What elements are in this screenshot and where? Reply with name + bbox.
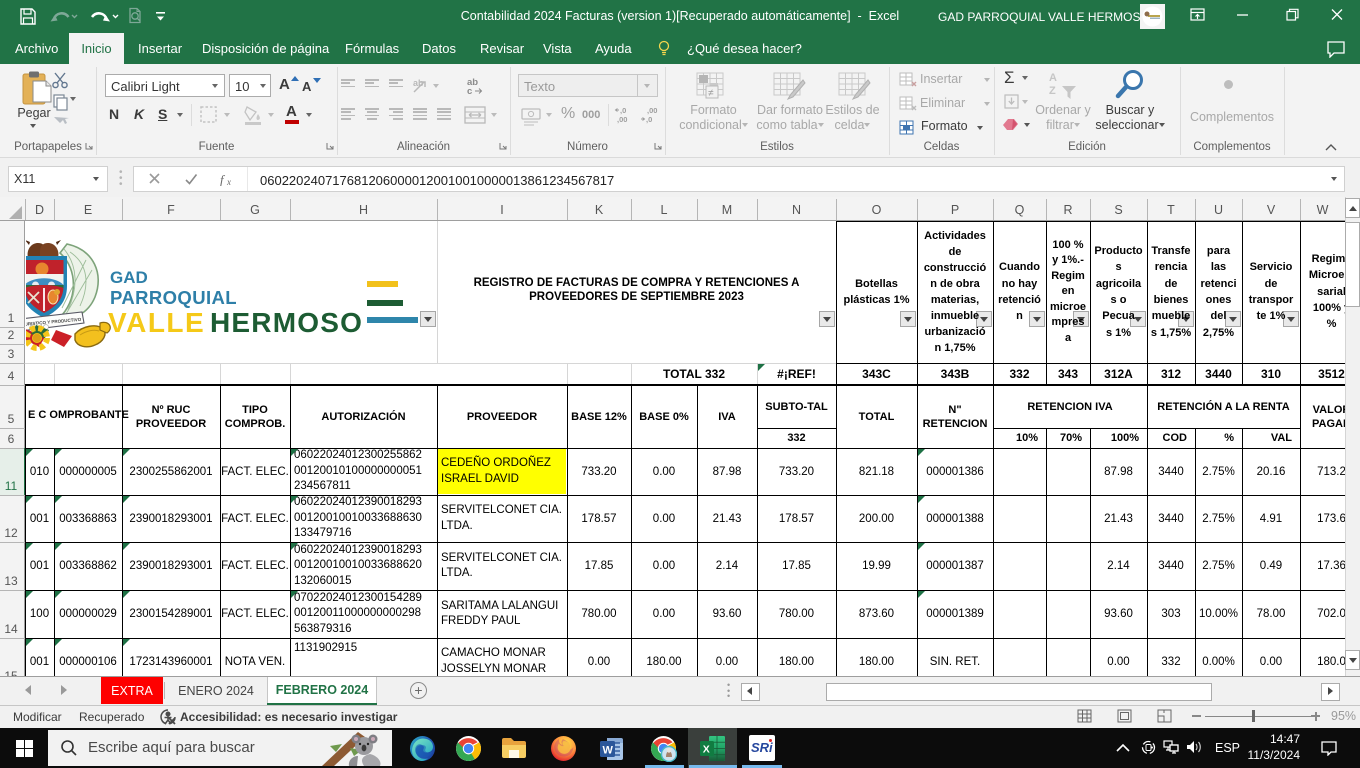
svg-text:x: x — [226, 177, 231, 186]
svg-text:Z: Z — [1049, 85, 1056, 97]
svg-text:f: f — [220, 172, 226, 186]
svg-text:≠: ≠ — [708, 88, 714, 99]
svg-text:A: A — [1049, 72, 1057, 84]
svg-text:c: c — [467, 86, 472, 96]
svg-text:,00: ,00 — [647, 106, 657, 115]
svg-text:,0: ,0 — [646, 115, 652, 124]
svg-text:,00: ,00 — [617, 115, 627, 124]
svg-text:W: W — [603, 745, 614, 757]
svg-text:ab: ab — [413, 78, 424, 88]
svg-text:,0: ,0 — [620, 106, 626, 115]
svg-text:X: X — [703, 744, 710, 756]
